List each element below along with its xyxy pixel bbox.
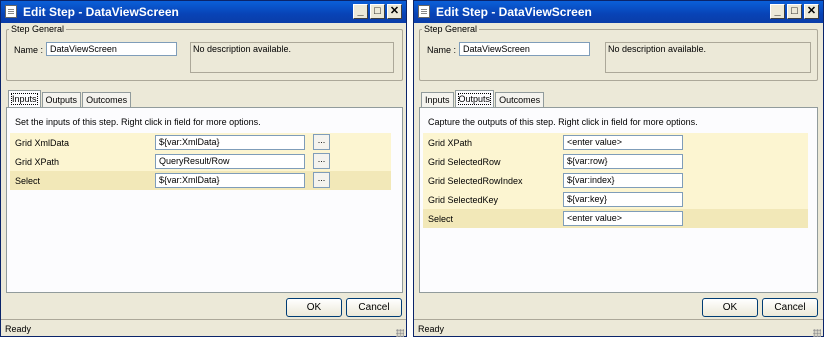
row-label: Grid XPath <box>15 157 60 167</box>
row-value-input[interactable]: ${var:XmlData} <box>155 135 305 150</box>
window-title: Edit Step - DataViewScreen <box>436 5 592 19</box>
input-row-select: Select ${var:XmlData} ... <box>10 171 391 190</box>
browse-button[interactable]: ... <box>313 172 330 188</box>
row-label: Grid SelectedRow <box>428 157 501 167</box>
name-input[interactable]: DataViewScreen <box>46 42 177 56</box>
name-label: Name : <box>427 45 457 55</box>
status-bar: Ready <box>1 319 406 339</box>
tab-inputs[interactable]: Inputs <box>8 90 41 107</box>
edit-step-window-outputs: Edit Step - DataViewScreen _ □ ✕ Step Ge… <box>413 0 824 337</box>
description-box[interactable]: No description available. <box>605 42 811 73</box>
resize-grip-icon[interactable] <box>396 329 404 337</box>
help-text: Capture the outputs of this step. Right … <box>428 117 698 127</box>
window-title: Edit Step - DataViewScreen <box>23 5 179 19</box>
row-value-input[interactable]: <enter value> <box>563 211 683 226</box>
ok-button[interactable]: OK <box>702 298 758 317</box>
name-input[interactable]: DataViewScreen <box>459 42 590 56</box>
row-value-input[interactable]: ${var:key} <box>563 192 683 207</box>
maximize-button[interactable]: □ <box>787 4 802 19</box>
output-row-grid-selectedrowindex: Grid SelectedRowIndex ${var:index} <box>423 171 808 190</box>
row-label: Select <box>15 176 41 186</box>
maximize-button[interactable]: □ <box>370 4 385 19</box>
step-general-label: Step General <box>9 24 67 34</box>
title-bar[interactable]: Edit Step - DataViewScreen _ □ ✕ <box>414 1 823 23</box>
tab-outputs[interactable]: Outputs <box>41 92 82 107</box>
minimize-button[interactable]: _ <box>353 4 368 19</box>
row-label: Grid SelectedKey <box>428 195 499 205</box>
row-value-input[interactable]: QueryResult/Row <box>155 154 305 169</box>
edit-step-window-inputs: Edit Step - DataViewScreen _ □ ✕ Step Ge… <box>0 0 407 337</box>
browse-button[interactable]: ... <box>313 134 330 150</box>
tab-outcomes[interactable]: Outcomes <box>495 92 545 107</box>
minimize-button[interactable]: _ <box>770 4 785 19</box>
tab-inputs-label: Inputs <box>11 93 38 105</box>
tab-inputs[interactable]: Inputs <box>421 92 454 107</box>
output-row-grid-selectedrow: Grid SelectedRow ${var:row} <box>423 152 808 171</box>
browse-button[interactable]: ... <box>313 153 330 169</box>
outputs-panel: Capture the outputs of this step. Right … <box>419 107 818 293</box>
step-general-label: Step General <box>422 24 480 34</box>
tab-outcomes[interactable]: Outcomes <box>82 92 132 107</box>
output-row-select: Select <enter value> <box>423 209 808 228</box>
tab-outputs[interactable]: Outputs <box>454 90 495 107</box>
close-button[interactable]: ✕ <box>387 4 402 19</box>
row-label: Grid SelectedRowIndex <box>428 176 523 186</box>
ok-button[interactable]: OK <box>286 298 342 317</box>
tab-outputs-label: Outputs <box>457 93 492 105</box>
app-icon <box>418 5 430 18</box>
title-bar[interactable]: Edit Step - DataViewScreen _ □ ✕ <box>1 1 406 23</box>
output-row-grid-xpath: Grid XPath <enter value> <box>423 133 808 152</box>
row-label: Grid XmlData <box>15 138 70 148</box>
row-value-input[interactable]: ${var:row} <box>563 154 683 169</box>
output-row-grid-selectedkey: Grid SelectedKey ${var:key} <box>423 190 808 209</box>
inputs-panel: Set the inputs of this step. Right click… <box>6 107 403 293</box>
app-icon <box>5 5 17 18</box>
input-row-grid-xmldata: Grid XmlData ${var:XmlData} ... <box>10 133 391 152</box>
tab-strip: Inputs Outputs Outcomes <box>8 90 132 107</box>
tab-strip: Inputs Outputs Outcomes <box>421 90 545 107</box>
name-label: Name : <box>14 45 44 55</box>
resize-grip-icon[interactable] <box>813 329 821 337</box>
help-text: Set the inputs of this step. Right click… <box>15 117 261 127</box>
status-text: Ready <box>418 324 445 334</box>
row-value-input[interactable]: ${var:index} <box>563 173 683 188</box>
description-box[interactable]: No description available. <box>190 42 394 73</box>
cancel-button[interactable]: Cancel <box>762 298 818 317</box>
cancel-button[interactable]: Cancel <box>346 298 402 317</box>
row-label: Select <box>428 214 454 224</box>
status-bar: Ready <box>414 319 823 339</box>
row-label: Grid XPath <box>428 138 473 148</box>
row-value-input[interactable]: ${var:XmlData} <box>155 173 305 188</box>
close-button[interactable]: ✕ <box>804 4 819 19</box>
input-row-grid-xpath: Grid XPath QueryResult/Row ... <box>10 152 391 171</box>
status-text: Ready <box>5 324 32 334</box>
row-value-input[interactable]: <enter value> <box>563 135 683 150</box>
